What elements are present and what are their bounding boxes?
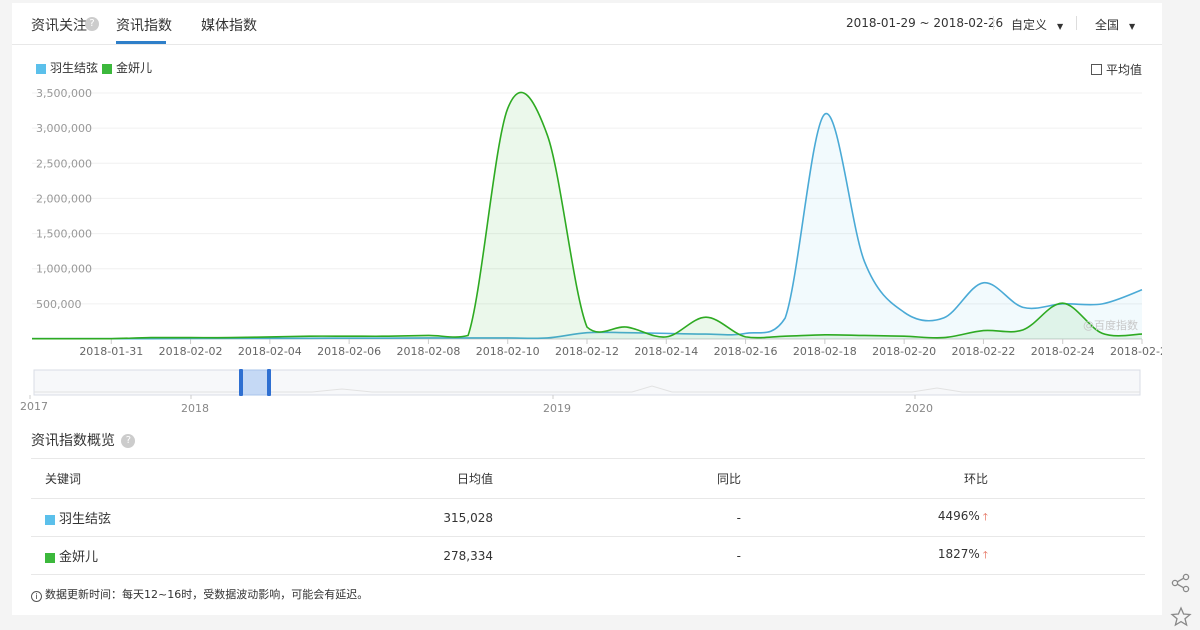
series-area-1 <box>32 113 1142 339</box>
spacer-cell <box>988 536 1145 575</box>
mom-value: 1827% <box>937 546 980 561</box>
tab-media-index[interactable]: 媒体指数 <box>201 15 257 35</box>
checkbox-box <box>1091 64 1102 75</box>
timeline-handle-left <box>239 369 243 396</box>
x-tick-label: 2018-02-16 <box>714 345 778 358</box>
keyword-text: 金妍儿 <box>59 550 99 565</box>
divider <box>1076 16 1077 30</box>
keyword-cell: 羽生结弦 <box>31 498 371 537</box>
update-note-text: 数据更新时间：每天12~16时，受数据波动影响，可能会有延迟。 <box>45 588 369 601</box>
x-tick-label: 2018-02-24 <box>1031 345 1095 358</box>
keyword-swatch <box>45 552 55 563</box>
top-bar: 资讯关注 ? 资讯指数 媒体指数 2018-01-29 ~ 2018-02-26… <box>12 3 1162 45</box>
y-tick-label: 3,500,000 <box>36 87 92 100</box>
column-header: 环比 <box>741 458 988 499</box>
content-panel: 资讯关注 ? 资讯指数 媒体指数 2018-01-29 ~ 2018-02-26… <box>12 3 1162 615</box>
x-tick-label: 2018-02-10 <box>476 345 540 358</box>
section-title: 资讯关注 <box>31 18 87 34</box>
x-tick-label: 2018-02-08 <box>396 345 460 358</box>
x-tick-label: 2018-02-04 <box>238 345 302 358</box>
timeline-selection <box>240 369 270 396</box>
timeline-label: 2018 <box>181 402 209 413</box>
table-header-row: 关键词 日均值 同比 环比 <box>31 458 1145 499</box>
x-tick-label: 2018-02-26 <box>1110 345 1162 358</box>
x-tick-label: 2018-02-06 <box>317 345 381 358</box>
daily-avg-cell: 315,028 <box>371 498 493 537</box>
legend-item-yuzuru[interactable]: 羽生结弦 <box>36 59 98 76</box>
y-tick-label: 3,000,000 <box>36 122 92 135</box>
update-note: i 数据更新时间：每天12~16时，受数据波动影响，可能会有延迟。 <box>31 586 368 602</box>
keyword-text: 羽生结弦 <box>59 512 112 527</box>
tab-news-index[interactable]: 资讯指数 <box>116 15 172 35</box>
y-tick-label: 2,500,000 <box>36 157 92 170</box>
question-icon[interactable]: ? <box>121 434 136 448</box>
divider <box>993 16 994 30</box>
column-header: 关键词 <box>31 458 371 499</box>
overview-table: 关键词 日均值 同比 环比 羽生结弦 315,028 - 4496% 🡑 金妍儿 … <box>31 458 1145 575</box>
x-tick-label: 2018-02-18 <box>793 345 857 358</box>
caret-down-icon: ▼ <box>1129 22 1136 31</box>
keyword-swatch <box>45 514 55 525</box>
average-checkbox[interactable]: 平均值 <box>1091 61 1142 78</box>
legend-label: 金妍儿 <box>116 61 153 75</box>
column-spacer <box>988 458 1145 499</box>
x-tick-label: 2018-01-31 <box>79 345 143 358</box>
info-icon: i <box>31 591 42 602</box>
timeline-label: 2019 <box>543 402 571 413</box>
legend-label: 羽生结弦 <box>50 61 99 75</box>
y-tick-label: 2,000,000 <box>36 192 92 205</box>
timeline-track <box>33 369 1141 396</box>
mom-cell: 4496% 🡑 <box>741 498 988 537</box>
watermark: @百度指数 <box>1083 319 1138 332</box>
y-tick-label: 1,000,000 <box>36 263 92 276</box>
arrow-up-icon: 🡑 <box>982 549 988 561</box>
caret-down-icon: ▼ <box>1057 22 1064 31</box>
average-checkbox-label: 平均值 <box>1106 63 1143 77</box>
x-tick-label: 2018-02-14 <box>634 345 698 358</box>
star-icon[interactable] <box>1170 606 1192 628</box>
daily-avg-cell: 278,334 <box>371 536 493 575</box>
share-icon[interactable] <box>1170 572 1192 594</box>
mom-value: 4496% <box>937 508 980 523</box>
legend-swatch <box>36 63 46 74</box>
region-dropdown-label: 全国 <box>1095 18 1120 32</box>
x-tick-label: 2018-02-12 <box>555 345 619 358</box>
active-tab-indicator <box>116 41 166 44</box>
x-tick-label: 2018-02-20 <box>872 345 936 358</box>
date-range[interactable]: 2018-01-29 ~ 2018-02-26 <box>846 16 1003 30</box>
mom-cell: 1827% 🡑 <box>741 536 988 575</box>
spacer-cell <box>988 498 1145 537</box>
yoy-cell: - <box>493 536 741 575</box>
table-row: 金妍儿 278,334 - 1827% 🡑 <box>31 536 1145 575</box>
yoy-cell: - <box>493 498 741 537</box>
region-dropdown[interactable]: 全国 ▼ <box>1095 16 1135 33</box>
period-dropdown[interactable]: 自定义 ▼ <box>1011 16 1063 33</box>
keyword-cell: 金妍儿 <box>31 536 371 575</box>
timeline-label: 2020 <box>905 402 933 413</box>
period-dropdown-label: 自定义 <box>1011 18 1048 32</box>
table-row: 羽生结弦 315,028 - 4496% 🡑 <box>31 498 1145 537</box>
y-tick-label: 1,500,000 <box>36 228 92 241</box>
arrow-up-icon: 🡑 <box>982 511 988 523</box>
column-header: 同比 <box>493 458 741 499</box>
y-tick-label: 500,000 <box>36 298 82 311</box>
legend-item-yuna[interactable]: 金妍儿 <box>102 59 152 76</box>
column-header: 日均值 <box>371 458 493 499</box>
question-icon[interactable]: ? <box>85 17 99 31</box>
overview-title-text: 资讯指数概览 <box>31 433 115 449</box>
legend-swatch <box>102 63 112 74</box>
overview-title: 资讯指数概览 ? <box>31 430 136 450</box>
x-tick-label: 2018-02-02 <box>159 345 223 358</box>
x-tick-label: 2018-02-22 <box>951 345 1015 358</box>
trend-chart[interactable]: 3,500,000 3,000,000 2,500,000 2,000,000 1,50… <box>12 83 1162 413</box>
timeline-label: 2017 <box>20 400 48 413</box>
timeline-handle-right <box>267 369 271 396</box>
